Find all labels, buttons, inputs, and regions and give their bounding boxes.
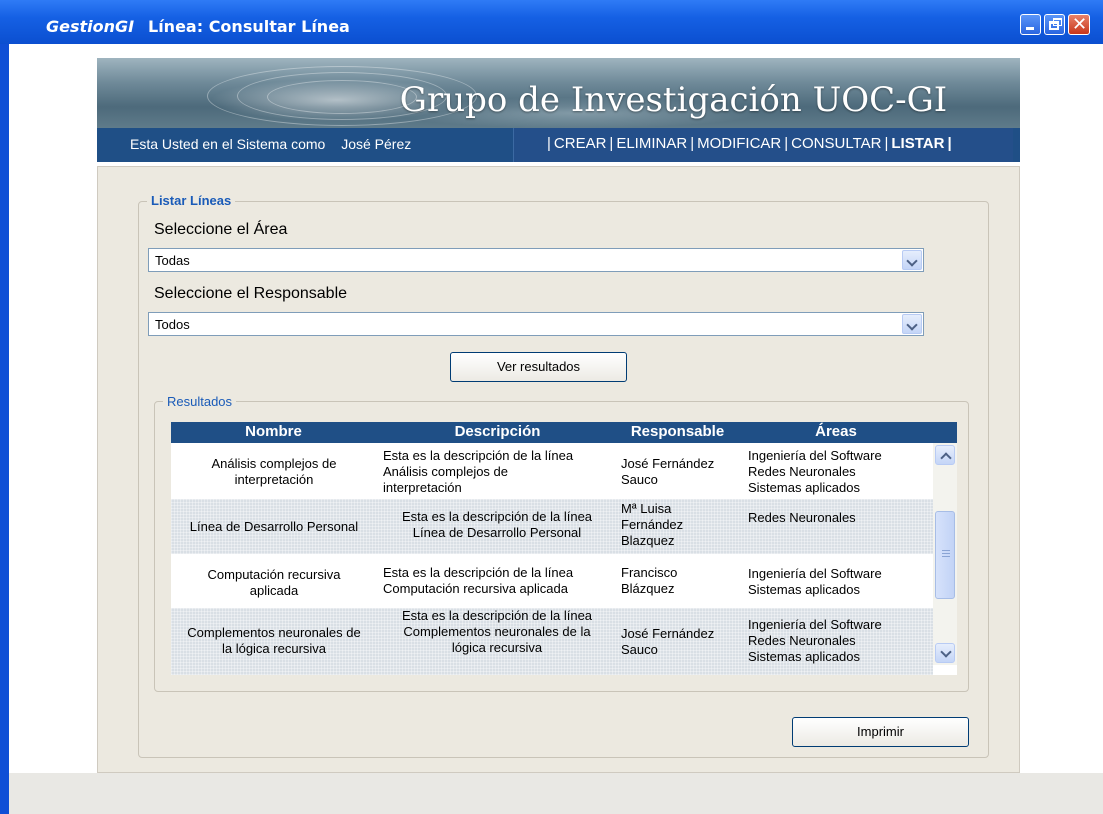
results-legend: Resultados	[163, 394, 237, 409]
scroll-up-button[interactable]	[935, 445, 955, 465]
grip-line	[942, 556, 950, 557]
app-window: GestionGI Línea: Consultar Línea ✕ Grupo…	[0, 0, 1103, 814]
nav-separator: |	[784, 135, 789, 152]
nav-link-eliminar[interactable]: ELIMINAR	[616, 135, 687, 152]
cell-nombre: Análisis complejos de interpretación	[211, 456, 337, 487]
cell-descripcion: Esta es la descripción de la línea Anális…	[383, 448, 574, 495]
responsable-select[interactable]: Todos	[148, 312, 924, 336]
cell-responsable: José Fernández Sauco	[621, 456, 715, 487]
results-scrollbar[interactable]	[933, 443, 957, 665]
area-select[interactable]: Todas	[148, 248, 924, 272]
user-name: José Pérez	[341, 136, 412, 152]
column-header-descripcion[interactable]: Descripción	[376, 423, 619, 440]
session-info: Esta Usted en el Sistema como José Pérez	[130, 136, 411, 152]
results-table: Nombre Descripción Responsable Áreas Aná…	[171, 422, 957, 675]
nav-separator: |	[884, 135, 889, 152]
title-bar[interactable]: GestionGI Línea: Consultar Línea ✕	[0, 0, 1103, 44]
header-banner: Grupo de Investigación UOC-GI	[97, 58, 1020, 128]
nav-link-listar[interactable]: LISTAR	[891, 135, 944, 152]
app-name: GestionGI	[46, 17, 135, 36]
table-row[interactable]: Complementos neuronales de la lógica recu…	[171, 608, 933, 675]
close-button[interactable]: ✕	[1068, 14, 1090, 35]
nav-bar: Esta Usted en el Sistema como José Pérez…	[97, 128, 1020, 162]
minimize-button[interactable]	[1020, 14, 1041, 35]
cell-responsable: Mª Luisa Fernández Blazquez	[621, 501, 684, 548]
cell-areas: Ingeniería del Software Redes Neuronales S…	[748, 448, 882, 495]
chevron-down-icon[interactable]	[902, 250, 922, 270]
nav-link-modificar[interactable]: MODIFICAR	[697, 135, 781, 152]
column-header-responsable[interactable]: Responsable	[619, 423, 736, 440]
banner-title: Grupo de Investigación UOC-GI	[399, 80, 948, 120]
scroll-down-button[interactable]	[935, 643, 955, 663]
cell-areas: Ingeniería del Software Sistemas aplicado…	[748, 566, 882, 597]
area-label: Seleccione el Área	[154, 221, 288, 238]
table-row[interactable]: Análisis complejos de interpretación Esta…	[171, 443, 933, 499]
responsable-select-value: Todos	[155, 317, 190, 332]
minimize-icon	[1026, 27, 1034, 30]
table-header: Nombre Descripción Responsable Áreas	[171, 422, 957, 443]
nav-link-consultar[interactable]: CONSULTAR	[791, 135, 881, 152]
grip-line	[942, 550, 950, 551]
ver-resultados-button[interactable]: Ver resultados	[450, 352, 627, 382]
client-footer-area	[9, 773, 1103, 814]
cell-responsable: Francisco Blázquez	[621, 565, 678, 596]
column-header-areas[interactable]: Áreas	[736, 423, 936, 440]
close-icon: ✕	[1072, 14, 1088, 35]
listar-legend: Listar Líneas	[147, 193, 236, 208]
imprimir-button[interactable]: Imprimir	[792, 717, 969, 747]
table-row[interactable]: Línea de Desarrollo Personal Esta es la …	[171, 499, 933, 554]
nav-separator: |	[609, 135, 614, 152]
chevron-down-icon[interactable]	[902, 314, 922, 334]
scrollbar-thumb[interactable]	[935, 511, 955, 599]
nav-separator: |	[947, 135, 952, 152]
responsable-label: Seleccione el Responsable	[154, 285, 348, 302]
cell-descripcion: Esta es la descripción de la línea Comple…	[401, 608, 593, 655]
cell-areas: Ingeniería del Software Redes Neuronales S…	[748, 617, 882, 664]
nav-menu: | CREAR | ELIMINAR | MODIFICAR | CONSULTAR | LIST…	[513, 128, 1013, 162]
session-label: Esta Usted en el Sistema como	[130, 136, 326, 152]
nav-separator: |	[547, 135, 551, 152]
cell-descripcion: Esta es la descripción de la línea Línea …	[401, 509, 593, 540]
cell-nombre: Computación recursiva aplicada	[207, 567, 341, 598]
table-row[interactable]: Computación recursiva aplicada Esta es la…	[171, 554, 933, 608]
column-header-nombre[interactable]: Nombre	[171, 423, 376, 440]
window-title: Línea: Consultar Línea	[148, 17, 350, 36]
cell-nombre: Complementos neuronales de la lógica recu…	[187, 625, 361, 656]
area-select-value: Todas	[155, 253, 190, 268]
cell-areas: Redes Neuronales	[748, 510, 856, 525]
nav-link-crear[interactable]: CREAR	[554, 135, 607, 152]
cell-nombre: Línea de Desarrollo Personal	[189, 519, 359, 534]
grip-line	[942, 553, 950, 554]
restore-button[interactable]	[1044, 14, 1065, 35]
cell-responsable: José Fernández Sauco	[621, 626, 715, 657]
cell-descripcion: Esta es la descripción de la línea Comput…	[383, 565, 574, 596]
nav-separator: |	[690, 135, 695, 152]
restore-icon	[1049, 21, 1059, 30]
